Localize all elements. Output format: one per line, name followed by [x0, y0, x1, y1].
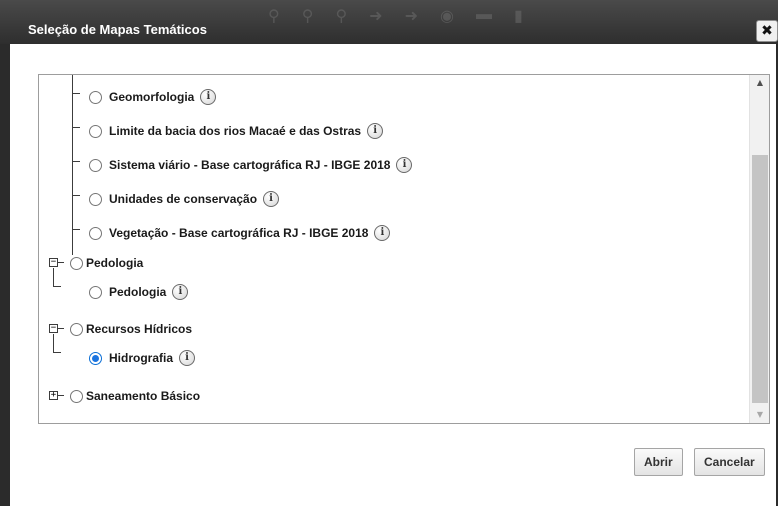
- radio-button[interactable]: [89, 90, 102, 104]
- info-icon[interactable]: i: [179, 350, 196, 366]
- tree-connector-line: [72, 195, 80, 196]
- tree-group-label: Recursos Hídricos: [86, 322, 193, 336]
- tree-item[interactable]: Hidrografia i: [89, 348, 196, 368]
- tree-connector-line: [53, 352, 61, 353]
- radio-button-selected[interactable]: [89, 351, 102, 365]
- cancel-button[interactable]: Cancelar: [694, 448, 765, 476]
- radio-button[interactable]: [89, 192, 102, 206]
- tree-item[interactable]: Pedologia i: [89, 282, 189, 302]
- identify-icon: ◉: [439, 8, 454, 25]
- tree-connector-line: [72, 93, 80, 94]
- radio-button[interactable]: [89, 226, 102, 240]
- dialog-title: Seleção de Mapas Temáticos: [28, 22, 207, 37]
- info-icon[interactable]: i: [374, 225, 391, 241]
- thematic-map-tree[interactable]: Geomorfologia i Limite da bacia dos rios…: [38, 74, 770, 424]
- thematic-maps-dialog: Geomorfologia i Limite da bacia dos rios…: [10, 44, 776, 506]
- radio-button[interactable]: [89, 158, 102, 172]
- info-icon[interactable]: i: [367, 123, 384, 139]
- tree-item-label: Sistema viário - Base cartográfica RJ - …: [109, 158, 391, 172]
- info-icon[interactable]: i: [263, 191, 280, 207]
- scroll-down-icon[interactable]: ▼: [750, 407, 769, 423]
- close-icon: ✖: [761, 23, 773, 39]
- info-icon[interactable]: i: [396, 157, 413, 173]
- tree-group-label: Saneamento Básico: [86, 389, 201, 403]
- tree-content: Geomorfologia i Limite da bacia dos rios…: [39, 75, 747, 423]
- tree-group-label: Pedologia: [86, 256, 144, 270]
- radio-button[interactable]: [70, 322, 83, 336]
- tree-item[interactable]: Limite da bacia dos rios Macaé e das Ost…: [89, 121, 384, 141]
- collapse-toggle[interactable]: −: [49, 258, 64, 267]
- background-map-toolbar: ⚲ ⚲ ⚲ ➜ ➜ ◉ ▬ ▮: [268, 6, 738, 26]
- tree-item-label: Limite da bacia dos rios Macaé e das Ost…: [109, 124, 362, 138]
- zoom-in-icon: ⚲: [268, 8, 280, 25]
- tree-connector-line: [53, 286, 61, 287]
- vertical-scrollbar[interactable]: ▲ ▼: [749, 75, 769, 423]
- dialog-title-bar[interactable]: ⚲ ⚲ ⚲ ➜ ➜ ◉ ▬ ▮ Seleção de Mapas Temátic…: [0, 0, 778, 44]
- zoom-out-icon: ⚲: [301, 8, 314, 25]
- info-icon[interactable]: i: [172, 284, 189, 300]
- forward-arrow-icon: ➜: [404, 8, 418, 25]
- expand-toggle[interactable]: +: [49, 391, 64, 400]
- tree-item-label: Pedologia: [109, 285, 167, 299]
- scroll-up-icon[interactable]: ▲: [750, 75, 769, 91]
- zoom-extent-icon: ⚲: [335, 8, 348, 25]
- scrollbar-thumb[interactable]: [752, 155, 768, 403]
- tree-item-label: Geomorfologia: [109, 90, 195, 104]
- tree-connector-line: [53, 334, 54, 352]
- close-button[interactable]: ✖: [756, 20, 778, 42]
- tree-item[interactable]: Unidades de conservação i: [89, 189, 280, 209]
- tree-group[interactable]: Saneamento Básico: [70, 386, 200, 406]
- tree-connector-line: [72, 229, 80, 230]
- tree-item-label: Vegetação - Base cartográfica RJ - IBGE …: [109, 226, 369, 240]
- tree-connector-line: [72, 127, 80, 128]
- tree-item[interactable]: Sistema viário - Base cartográfica RJ - …: [89, 155, 413, 175]
- radio-button[interactable]: [89, 124, 102, 138]
- tree-group[interactable]: Recursos Hídricos: [70, 319, 192, 339]
- tree-item-label: Unidades de conservação: [109, 192, 258, 206]
- open-button[interactable]: Abrir: [634, 448, 683, 476]
- back-arrow-icon: ➜: [369, 8, 383, 25]
- tree-item[interactable]: Vegetação - Base cartográfica RJ - IBGE …: [89, 223, 391, 243]
- tree-item[interactable]: Geomorfologia i: [89, 87, 217, 107]
- print-icon: ▮: [513, 8, 523, 25]
- radio-button[interactable]: [70, 389, 83, 403]
- tree-item-label: Hidrografia: [109, 351, 174, 365]
- collapse-toggle[interactable]: −: [49, 324, 64, 333]
- tree-connector-line: [72, 161, 80, 162]
- ruler-icon: ▬: [475, 6, 492, 23]
- info-icon[interactable]: i: [200, 89, 217, 105]
- tree-connector-line: [72, 75, 73, 255]
- tree-connector-line: [53, 268, 54, 286]
- radio-button[interactable]: [89, 285, 102, 299]
- tree-group[interactable]: Pedologia: [70, 253, 143, 273]
- radio-button[interactable]: [70, 256, 83, 270]
